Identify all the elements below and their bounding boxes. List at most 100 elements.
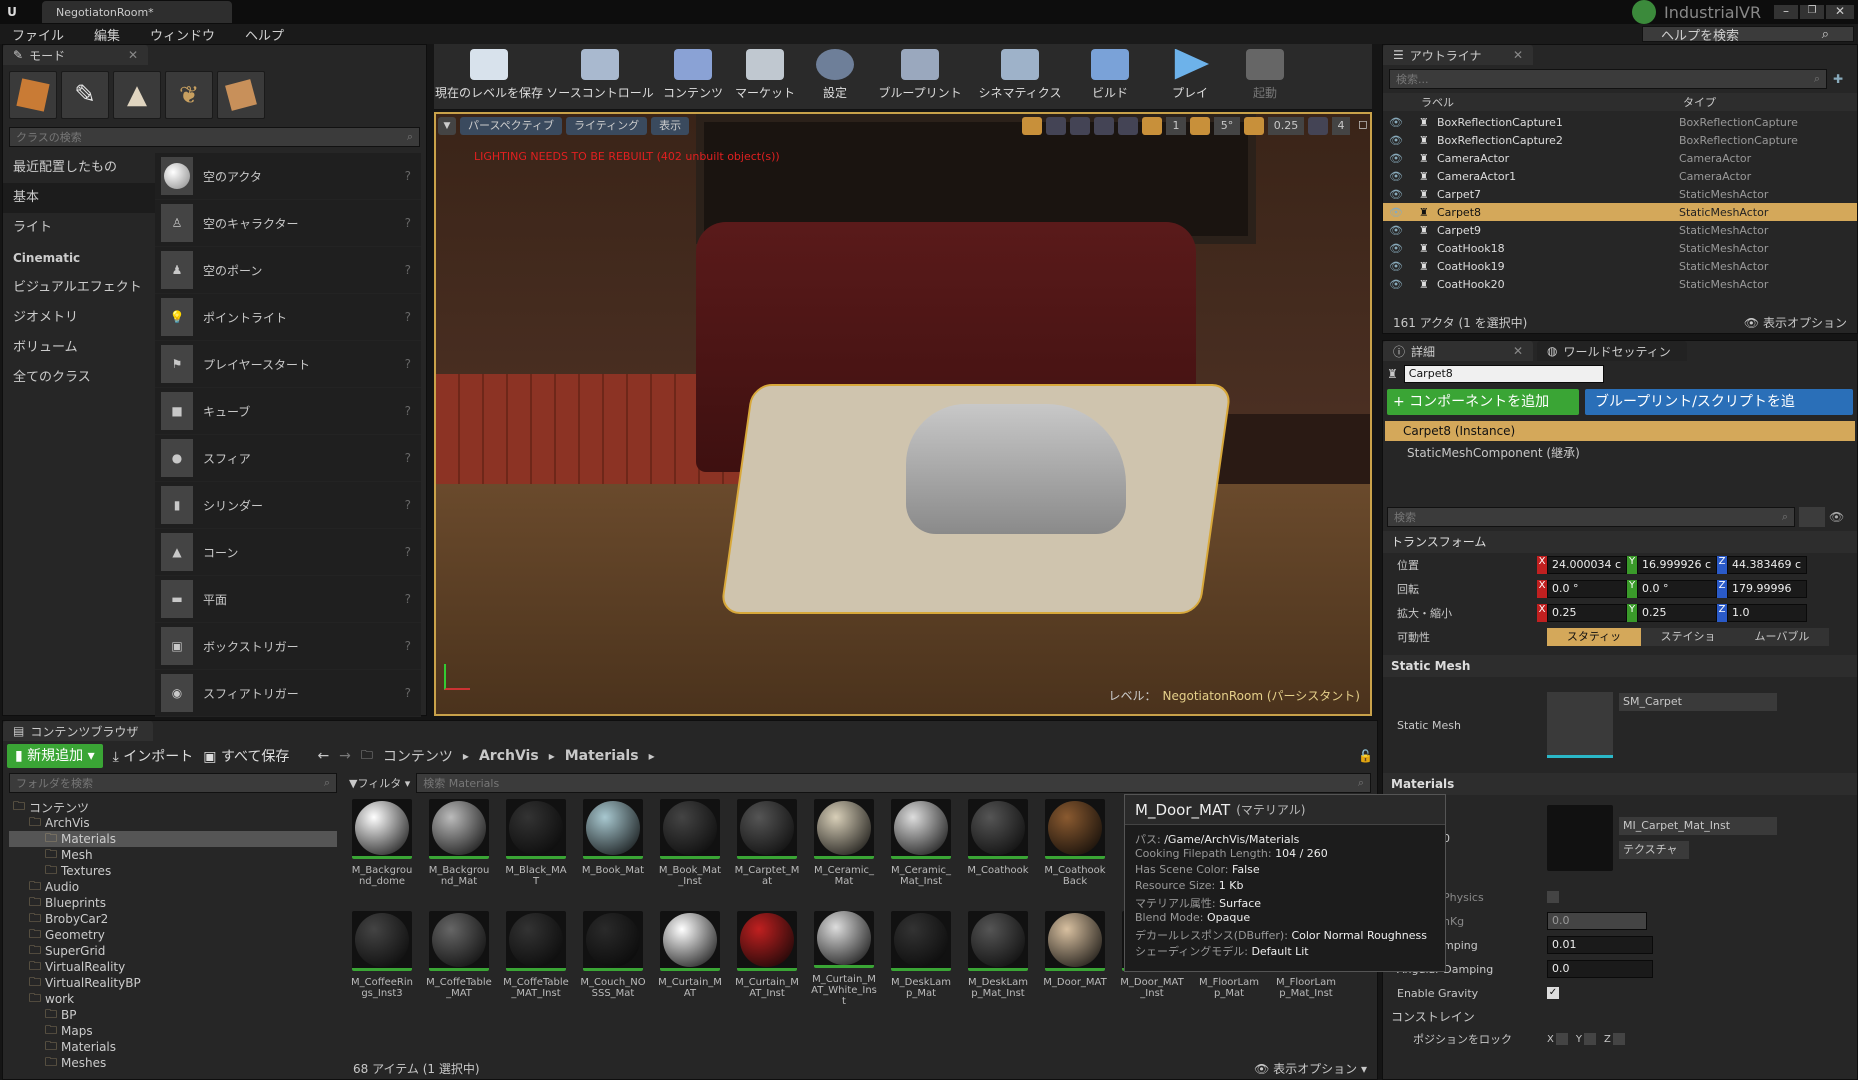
foliage-mode-button[interactable]: ❦ [165, 71, 213, 119]
help-icon[interactable]: ? [405, 263, 411, 277]
blueprints-button[interactable]: ブループリント [870, 48, 970, 105]
landscape-mode-button[interactable]: ▲ [113, 71, 161, 119]
place-item-plane[interactable]: ▬ 平面? [155, 576, 421, 623]
maximize-button[interactable]: ❐ [1800, 5, 1824, 19]
rotation-z-input[interactable]: 179.99996 [1727, 580, 1807, 598]
eye-icon[interactable]: 👁 [1389, 116, 1409, 129]
launch-button[interactable]: 起動 [1230, 48, 1300, 105]
category-cinematic[interactable]: Cinematic [3, 243, 155, 273]
camera-speed-value[interactable]: 4 [1332, 117, 1350, 135]
rotation-snap-icon[interactable] [1190, 117, 1210, 135]
material-asset-tile[interactable]: M_DeskLamp_Mat [888, 911, 954, 1003]
add-new-button[interactable]: ▮ 新規追加 ▾ [7, 744, 103, 768]
forward-arrow-icon[interactable]: → [339, 748, 351, 764]
help-icon[interactable]: ? [405, 169, 411, 183]
menu-file[interactable]: ファイル [12, 25, 64, 44]
eye-icon[interactable]: 👁 [1389, 170, 1409, 183]
place-item-sphere-trigger[interactable]: ◉ スフィアトリガー? [155, 670, 421, 717]
outliner-view-options[interactable]: 👁 表示オプション [1744, 314, 1847, 331]
material-asset-tile[interactable]: M_Door_MAT [1042, 911, 1108, 1003]
eye-icon[interactable]: 👁 [1389, 134, 1409, 147]
enable-gravity-checkbox[interactable]: ✓ [1547, 987, 1559, 999]
category-volumes[interactable]: ボリューム [3, 333, 155, 363]
material-asset-tile[interactable]: M_Book_Mat [580, 799, 646, 891]
material-asset-tile[interactable]: M_CoffeTable_MAT [426, 911, 492, 1003]
material-asset-tile[interactable]: M_Background_dome [349, 799, 415, 891]
material-dropdown[interactable]: MI_Carpet_Mat_Inst [1619, 817, 1777, 835]
grid-snap-value[interactable]: 1 [1166, 117, 1186, 135]
help-icon[interactable]: ? [405, 686, 411, 700]
build-button[interactable]: ビルド [1070, 48, 1150, 105]
scale-x-input[interactable]: 0.25 [1547, 604, 1627, 622]
world-local-icon[interactable] [1094, 117, 1114, 135]
static-mesh-dropdown[interactable]: SM_Carpet [1619, 693, 1777, 711]
simulate-physics-checkbox[interactable] [1547, 891, 1559, 903]
scale-snap-icon[interactable] [1244, 117, 1264, 135]
folder-tree-item[interactable]: 🗀 VirtualReality [9, 959, 337, 975]
eye-icon[interactable]: 👁 [1829, 510, 1853, 524]
outliner-row[interactable]: 👁 ♜ CoatHook20 StaticMeshActor [1383, 275, 1857, 293]
material-asset-tile[interactable]: M_Ceramic_Mat_Inst [888, 799, 954, 891]
place-item-player-start[interactable]: ⚑ プレイヤースタート? [155, 341, 421, 388]
save-level-button[interactable]: 現在のレベルを保存 [434, 48, 544, 105]
content-view-options[interactable]: 👁 表示オプション ▾ [1254, 1060, 1367, 1077]
level-viewport[interactable]: ▼ パースペクティブ ライティング 表示 1 5° 0.25 4 ◻ LIGHT… [434, 112, 1372, 716]
menu-help[interactable]: ヘルプ [245, 25, 284, 44]
material-asset-tile[interactable]: M_Black_MAT [503, 799, 569, 891]
folder-tree-item[interactable]: 🗀 Mesh [9, 847, 337, 863]
category-recent[interactable]: 最近配置したもの [3, 153, 155, 183]
folder-tree-item[interactable]: 🗀 Audio [9, 879, 337, 895]
eye-icon[interactable]: 👁 [1389, 260, 1409, 273]
mobility-stationary-button[interactable]: ステイショ [1641, 628, 1735, 646]
folder-tree-item[interactable]: 🗀 BrobyCar2 [9, 911, 337, 927]
viewport-options-dropdown[interactable]: ▼ [438, 117, 456, 135]
scale-snap-value[interactable]: 0.25 [1268, 117, 1304, 135]
material-asset-tile[interactable]: M_DeskLamp_Mat_Inst [965, 911, 1031, 1003]
place-mode-button[interactable] [9, 71, 57, 119]
filter-dropdown[interactable]: ▼フィルタ ▾ [349, 775, 410, 791]
material-asset-tile[interactable]: M_CoffeeRings_Inst3 [349, 911, 415, 1003]
outliner-row[interactable]: 👁 ♜ CoatHook19 StaticMeshActor [1383, 257, 1857, 275]
help-icon[interactable]: ? [405, 404, 411, 418]
help-icon[interactable]: ? [405, 310, 411, 324]
tab-world-settings[interactable]: ◍ ワールドセッティン [1537, 341, 1687, 361]
eye-icon[interactable]: 👁 [1389, 242, 1409, 255]
component-staticmesh[interactable]: StaticMeshComponent (継承) [1383, 441, 1857, 465]
col-label[interactable]: ラベル [1421, 94, 1683, 110]
breadcrumb-archvis[interactable]: ArchVis [479, 748, 539, 764]
folder-tree-item[interactable]: 🗀 VirtualRealityBP [9, 975, 337, 991]
lighting-dropdown[interactable]: ライティング [566, 117, 648, 135]
import-button[interactable]: ⤓ インポート [113, 746, 194, 766]
static-mesh-section[interactable]: Static Mesh [1383, 655, 1857, 677]
location-label[interactable]: 位置 [1383, 557, 1537, 573]
lock-z-checkbox[interactable] [1612, 1033, 1625, 1045]
texture-dropdown[interactable]: テクスチャ [1619, 841, 1689, 859]
place-item-sphere[interactable]: ● スフィア? [155, 435, 421, 482]
back-arrow-icon[interactable]: ← [317, 748, 329, 764]
location-z-input[interactable]: 44.383469 c [1727, 556, 1807, 574]
material-asset-tile[interactable]: M_Background_Mat [426, 799, 492, 891]
surface-snap-icon[interactable] [1118, 117, 1138, 135]
category-lights[interactable]: ライト [3, 213, 155, 243]
geometry-mode-button[interactable] [217, 71, 265, 119]
transform-section[interactable]: トランスフォーム [1383, 531, 1857, 553]
eye-icon[interactable]: 👁 [1389, 152, 1409, 165]
source-control-button[interactable]: ソースコントロール [544, 48, 656, 105]
material-asset-tile[interactable]: M_Curtain_MAT_Inst [734, 911, 800, 1003]
scale-tool-icon[interactable] [1070, 117, 1090, 135]
minimize-button[interactable]: – [1774, 5, 1798, 19]
asset-search-input[interactable]: 検索 Materials ⌕ [416, 773, 1371, 793]
tab-outliner[interactable]: ☰ アウトライナ ✕ [1383, 45, 1533, 65]
outliner-row[interactable]: 👁 ♜ BoxReflectionCapture2 BoxReflectionCapt… [1383, 131, 1857, 149]
folder-tree-item[interactable]: 🗀 Textures [9, 863, 337, 879]
rotation-label[interactable]: 回転 [1383, 581, 1537, 597]
eye-icon[interactable]: 👁 [1389, 188, 1409, 201]
folder-tree-item[interactable]: 🗀 コンテンツ [9, 799, 337, 815]
material-asset-tile[interactable]: M_Coathook Back [1042, 799, 1108, 891]
folder-tree-item[interactable]: 🗀 work [9, 991, 337, 1007]
place-item-empty-pawn[interactable]: ♟ 空のポーン? [155, 247, 421, 294]
rotation-x-input[interactable]: 0.0 ° [1547, 580, 1627, 598]
camera-speed-icon[interactable] [1308, 117, 1328, 135]
component-instance[interactable]: Carpet8 (Instance) [1385, 421, 1855, 441]
translate-tool-icon[interactable] [1022, 117, 1042, 135]
